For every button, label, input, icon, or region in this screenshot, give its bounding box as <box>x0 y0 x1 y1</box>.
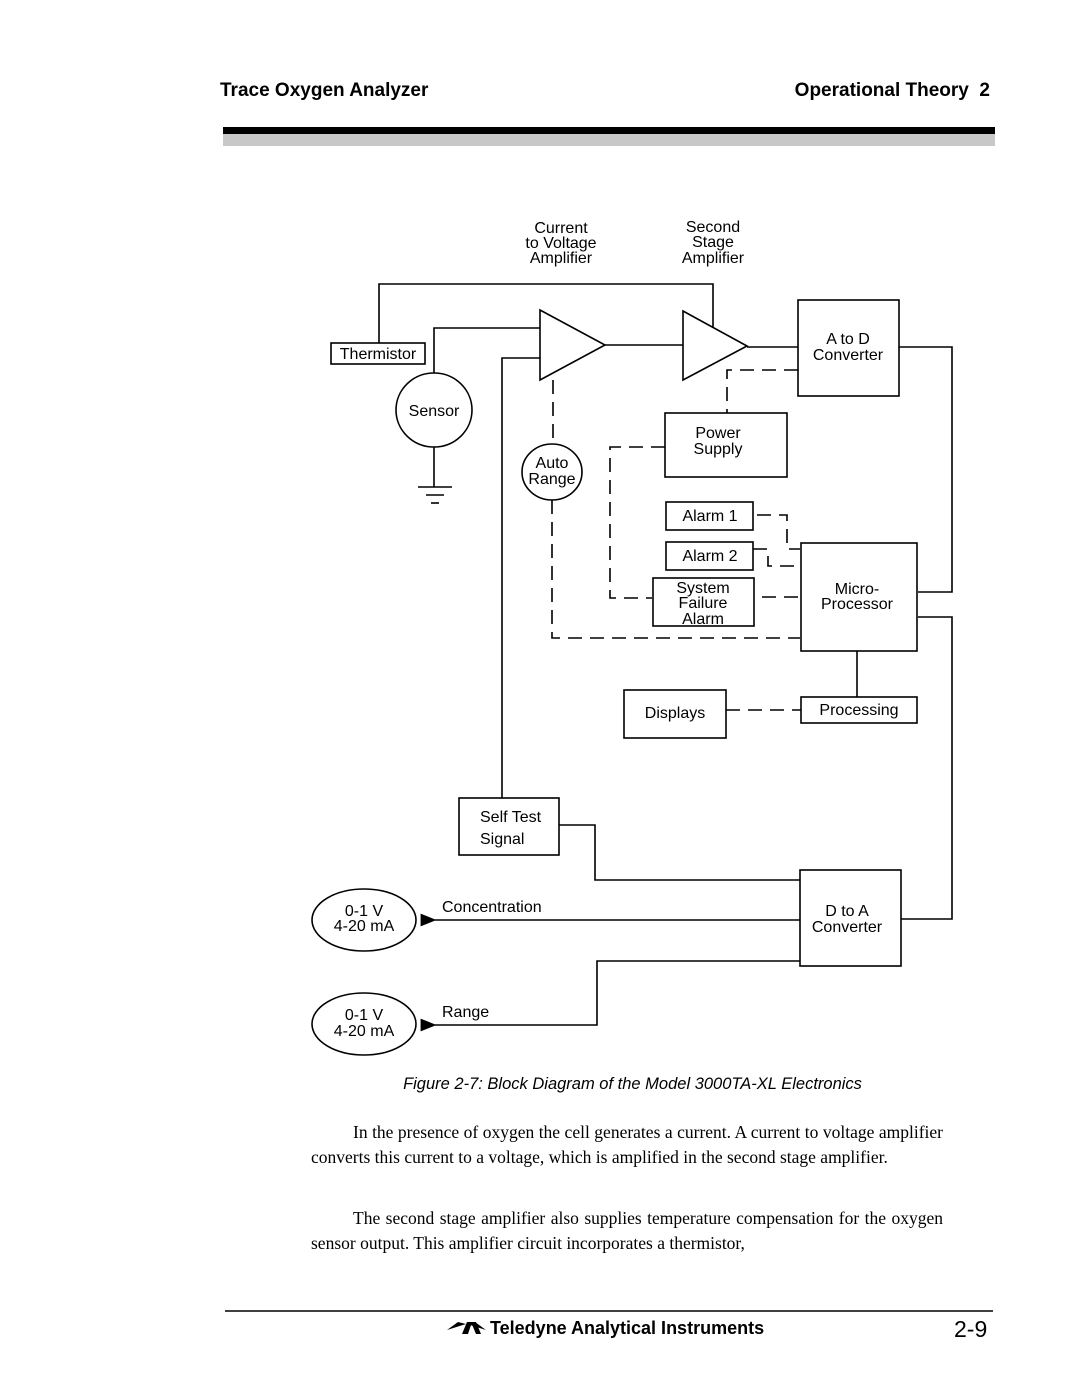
amp2-label: Stage <box>692 234 734 251</box>
displays-label: Displays <box>645 705 705 722</box>
second-stage-amplifier <box>682 309 749 382</box>
sensor-wire <box>433 327 540 373</box>
sensor-label: Sensor <box>409 403 460 420</box>
d-to-a-label: D to A <box>825 903 869 920</box>
thermistor-label: Thermistor <box>340 346 417 363</box>
range-label: Range <box>442 1004 489 1021</box>
microprocessor-label: Processor <box>821 596 894 613</box>
body-paragraph: The second stage amplifier also supplies… <box>311 1208 943 1253</box>
processing-label: Processing <box>819 702 898 719</box>
block-diagram: Current to Voltage Amplifier Second Stag… <box>225 219 993 1334</box>
power-supply-label: Power <box>695 425 741 442</box>
output2-label: 0-1 V <box>345 1007 384 1024</box>
page-number: 2-9 <box>954 1316 988 1342</box>
footer-company: Teledyne Analytical Instruments <box>490 1318 765 1338</box>
amp2-label: Amplifier <box>682 250 745 267</box>
output2-label: 4-20 mA <box>334 1023 395 1040</box>
a-to-d-label: A to D <box>826 331 870 348</box>
teledyne-logo-icon <box>447 1322 486 1334</box>
power-supply-label: Supply <box>694 441 743 458</box>
self-test-label: Signal <box>480 831 524 848</box>
figure-caption: Figure 2-7: Block Diagram of the Model 3… <box>403 1075 862 1093</box>
d-to-a-label: Converter <box>812 919 883 936</box>
alarm2-label: Alarm 2 <box>682 548 737 565</box>
alarm1-label: Alarm 1 <box>682 508 737 525</box>
system-failure-label: Failure <box>679 595 728 612</box>
auto-range-label: Auto <box>536 455 569 472</box>
output1-label: 4-20 mA <box>334 918 395 935</box>
current-to-voltage-amplifier <box>539 308 607 382</box>
body-paragraph: In the presence of oxygen the cell gener… <box>311 1122 943 1167</box>
amp1-label: Amplifier <box>530 250 593 267</box>
self-test-wire <box>501 357 540 798</box>
system-failure-label: Alarm <box>682 611 724 628</box>
a-to-d-label: Converter <box>813 347 884 364</box>
self-test-label: Self Test <box>480 809 542 826</box>
auto-range-label: Range <box>528 471 575 488</box>
concentration-label: Concentration <box>442 899 542 916</box>
